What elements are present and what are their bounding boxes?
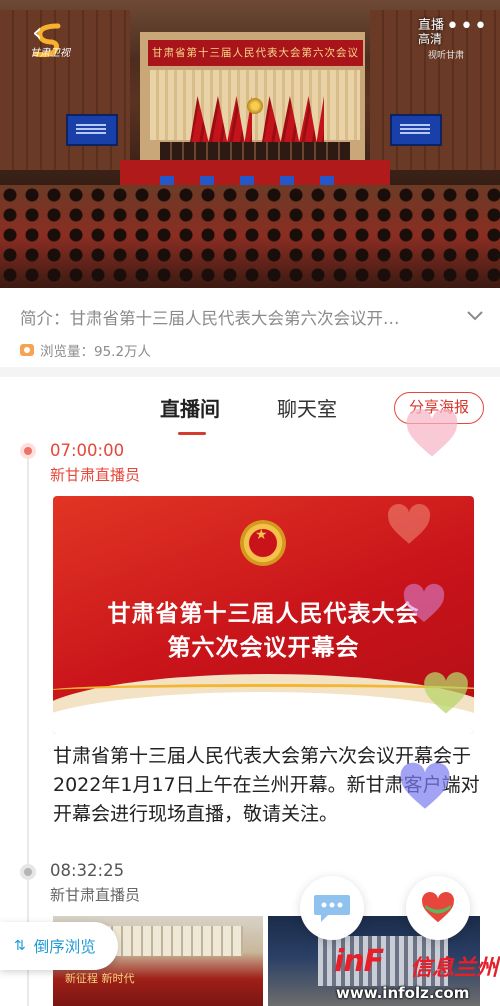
eye-icon <box>20 344 34 356</box>
post-author: 新甘肃直播员 <box>50 466 141 484</box>
like-button[interactable] <box>406 876 470 940</box>
side-screen-right <box>390 114 442 146</box>
view-count-text: 浏览量：95.2万人 <box>40 344 152 360</box>
floating-heart-icon <box>387 503 431 544</box>
comment-button[interactable] <box>300 876 364 940</box>
side-screen-left <box>66 114 118 146</box>
quality-toggle[interactable]: 高清 <box>418 30 442 47</box>
tab-chat-room[interactable]: 聊天室 <box>277 393 337 422</box>
channel-logo-text: 甘肃卫视 <box>30 48 70 59</box>
reverse-browse-label: 倒序浏览 <box>33 938 96 956</box>
floating-heart-icon <box>406 408 458 457</box>
site-watermark: inF 信息兰州 www.infolz.com <box>332 944 500 1006</box>
watermark-chinese: 信息兰州 <box>410 956 499 981</box>
chevron-down-icon[interactable] <box>464 304 486 326</box>
poster-title-line2: 第六次会议开幕会 <box>167 634 360 661</box>
back-arrow-icon[interactable]: ‹ <box>32 20 42 46</box>
view-count: 浏览量：95.2万人 <box>20 340 151 360</box>
sort-arrows-icon: ⇅ <box>14 938 26 954</box>
reverse-browse-button[interactable]: ⇅ 倒序浏览 <box>0 922 118 970</box>
audience-delegates <box>0 185 500 288</box>
stage-banner: 甘肃省第十三届人民代表大会第六次会议 <box>148 40 363 66</box>
floating-heart-icon <box>400 762 450 809</box>
watermark-brand: inF <box>334 944 384 979</box>
timeline-dot-active <box>20 443 36 459</box>
section-divider <box>0 367 500 377</box>
post-author: 新甘肃直播员 <box>50 886 141 904</box>
active-tab-indicator <box>178 432 206 435</box>
intro-text: 简介：甘肃省第十三届人民代表大会第六次会议开… <box>20 309 400 328</box>
floating-heart-icon <box>424 672 468 714</box>
timeline-dot <box>20 864 36 880</box>
post-time: 08:32:25 <box>50 861 125 880</box>
post-time: 07:00:00 <box>50 441 125 460</box>
network-watermark: 视听甘肃 <box>428 51 465 61</box>
watermark-url: www.infolz.com <box>336 984 470 1002</box>
heart-like-icon <box>422 892 454 923</box>
more-options-icon[interactable]: ••• <box>446 16 488 38</box>
comment-icon <box>314 895 350 922</box>
tab-live-room[interactable]: 直播间 <box>160 393 220 422</box>
photo-slogan: 新征程 新时代 <box>65 972 135 985</box>
floating-heart-icon <box>403 583 445 622</box>
national-emblem <box>247 98 263 114</box>
live-video-player[interactable]: 甘肃省第十三届人民代表大会第六次会议 ‹ 甘肃卫视 直播 高清 视听甘肃 ••• <box>0 0 500 288</box>
national-emblem-icon <box>240 520 286 566</box>
